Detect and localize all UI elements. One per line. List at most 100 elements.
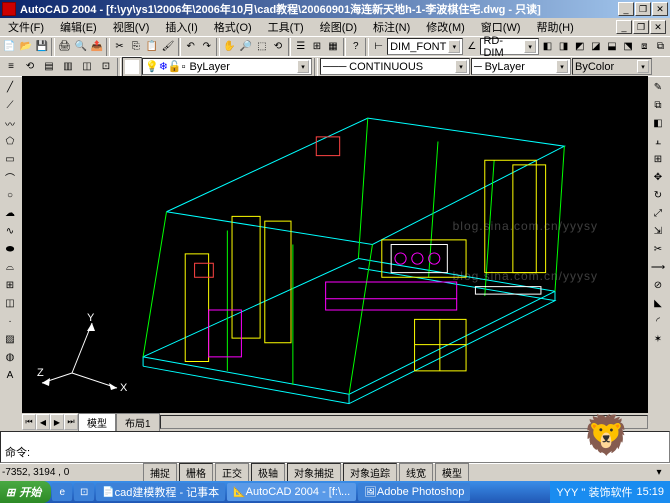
print-icon[interactable]: 🖨 (57, 38, 72, 56)
new-icon[interactable]: 📄 (2, 38, 17, 56)
tab-next-button[interactable]: ▶ (50, 414, 64, 430)
line-icon[interactable]: ╱ (1, 78, 19, 96)
region-icon[interactable]: ◍ (1, 348, 19, 366)
model-toggle[interactable]: 模型 (435, 463, 469, 482)
move-icon[interactable]: ✥ (649, 168, 667, 186)
lwt-toggle[interactable]: 线宽 (399, 463, 433, 482)
tab-first-button[interactable]: ⏮ (22, 414, 36, 430)
t3-icon[interactable]: ◩ (572, 38, 587, 56)
maximize-button[interactable]: ❐ (635, 2, 651, 16)
mirror-icon[interactable]: ◧ (649, 114, 667, 132)
xline-icon[interactable]: ⟋ (1, 96, 19, 114)
grid-toggle[interactable]: 栅格 (179, 463, 213, 482)
revcloud-icon[interactable]: ☁ (1, 204, 19, 222)
text-icon[interactable]: A (1, 366, 19, 384)
copy-obj-icon[interactable]: ⧉ (649, 96, 667, 114)
doc-close-button[interactable]: ✕ (650, 20, 666, 34)
plotstyle-combo[interactable]: ByColor ▾ (572, 58, 652, 75)
chamfer-icon[interactable]: ◣ (649, 294, 667, 312)
tool-palette-icon[interactable]: ▦ (325, 38, 340, 56)
system-tray[interactable]: YYY '' 装饰软件 15:19 (550, 481, 670, 503)
close-button[interactable]: ✕ (652, 2, 668, 16)
rect-icon[interactable]: ▭ (1, 150, 19, 168)
help-icon[interactable]: ? (348, 38, 363, 56)
coords-display[interactable]: -7352, 3194 , 0 (2, 467, 142, 478)
ellipse-icon[interactable]: ⬬ (1, 240, 19, 258)
layer-combo[interactable]: 💡❄🔓▫ ByLayer ▾ (142, 58, 312, 75)
menu-help[interactable]: 帮助(H) (533, 18, 578, 36)
open-icon[interactable]: 📂 (18, 38, 33, 56)
doc-minimize-button[interactable]: _ (616, 20, 632, 34)
t8-icon[interactable]: ⧉ (653, 38, 668, 56)
undo-icon[interactable]: ↶ (183, 38, 198, 56)
circle-icon[interactable]: ○ (1, 186, 19, 204)
t2-icon[interactable]: ◨ (556, 38, 571, 56)
properties-icon[interactable]: ☰ (293, 38, 308, 56)
zoom-rt-icon[interactable]: 🔎 (238, 38, 253, 56)
publish-icon[interactable]: 📤 (89, 38, 104, 56)
model-viewport[interactable]: X Y Z blog.sina.com.cn/yyysy blog.sina.c… (22, 76, 648, 413)
dim-angular-icon[interactable]: ∠ (464, 38, 479, 56)
polygon-icon[interactable]: ⬠ (1, 132, 19, 150)
zoom-win-icon[interactable]: ⬚ (254, 38, 269, 56)
explode-icon[interactable]: ✶ (649, 330, 667, 348)
menu-file[interactable]: 文件(F) (4, 18, 48, 36)
menu-dimension[interactable]: 标注(N) (369, 18, 414, 36)
command-line[interactable]: 命令: (0, 431, 670, 463)
point-icon[interactable]: · (1, 312, 19, 330)
arc-icon[interactable]: ⌒ (1, 168, 19, 186)
trim-icon[interactable]: ✂ (649, 240, 667, 258)
offset-icon[interactable]: ⫠ (649, 132, 667, 150)
doc-restore-button[interactable]: ❐ (633, 20, 649, 34)
menu-insert[interactable]: 插入(I) (161, 18, 201, 36)
earc-icon[interactable]: ⌓ (1, 258, 19, 276)
layer-change-icon[interactable]: ⊡ (97, 58, 115, 76)
scale-icon[interactable]: ⤢ (649, 204, 667, 222)
save-icon[interactable]: 💾 (34, 38, 49, 56)
menu-draw[interactable]: 绘图(D) (316, 18, 361, 36)
copy-icon[interactable]: ⎘ (128, 38, 143, 56)
layer-filter-icon[interactable]: ▥ (59, 58, 77, 76)
rotate-icon[interactable]: ↻ (649, 186, 667, 204)
hscrollbar[interactable] (160, 415, 648, 429)
dimstyle2-combo[interactable]: RD-DIM▾ (480, 38, 539, 55)
cut-icon[interactable]: ✂ (112, 38, 127, 56)
layer-states-icon[interactable]: ▤ (40, 58, 58, 76)
lineweight-combo[interactable]: ─ ByLayer ▾ (471, 58, 571, 75)
task-autocad[interactable]: 📐 AutoCAD 2004 - [f:\... (227, 483, 356, 501)
ortho-toggle[interactable]: 正交 (215, 463, 249, 482)
tab-layout1[interactable]: 布局1 (116, 413, 160, 432)
zoom-prev-icon[interactable]: ⟲ (270, 38, 285, 56)
menu-tools[interactable]: 工具(T) (264, 18, 308, 36)
match-icon[interactable]: 🖌 (160, 38, 175, 56)
preview-icon[interactable]: 🔍 (73, 38, 88, 56)
minimize-button[interactable]: _ (618, 2, 634, 16)
block-icon[interactable]: ⊞ (1, 276, 19, 294)
t7-icon[interactable]: ⧈ (637, 38, 652, 56)
tab-model[interactable]: 模型 (78, 413, 116, 432)
t4-icon[interactable]: ◪ (588, 38, 603, 56)
menu-window[interactable]: 窗口(W) (477, 18, 525, 36)
color-swatch[interactable] (123, 58, 141, 76)
extend-icon[interactable]: ⟶ (649, 258, 667, 276)
ql-ie-icon[interactable]: e (52, 483, 72, 501)
redo-icon[interactable]: ↷ (199, 38, 214, 56)
dim-linear-icon[interactable]: ⊢ (371, 38, 386, 56)
t1-icon[interactable]: ◧ (540, 38, 555, 56)
polar-toggle[interactable]: 极轴 (251, 463, 285, 482)
stretch-icon[interactable]: ⇲ (649, 222, 667, 240)
menu-view[interactable]: 视图(V) (109, 18, 154, 36)
menu-format[interactable]: 格式(O) (210, 18, 256, 36)
pline-icon[interactable]: 〰 (1, 114, 19, 132)
start-button[interactable]: ⊞开始 (0, 481, 51, 503)
menu-edit[interactable]: 编辑(E) (56, 18, 101, 36)
layer-manager-icon[interactable]: ≡ (2, 58, 20, 76)
status-tray-icon[interactable]: ▾ (650, 464, 668, 482)
spline-icon[interactable]: ∿ (1, 222, 19, 240)
break-icon[interactable]: ⊘ (649, 276, 667, 294)
layer-iso-icon[interactable]: ◫ (78, 58, 96, 76)
otrack-toggle[interactable]: 对象追踪 (343, 463, 397, 482)
layer-prev-icon[interactable]: ⟲ (21, 58, 39, 76)
pan-icon[interactable]: ✋ (222, 38, 237, 56)
t5-icon[interactable]: ⬓ (604, 38, 619, 56)
